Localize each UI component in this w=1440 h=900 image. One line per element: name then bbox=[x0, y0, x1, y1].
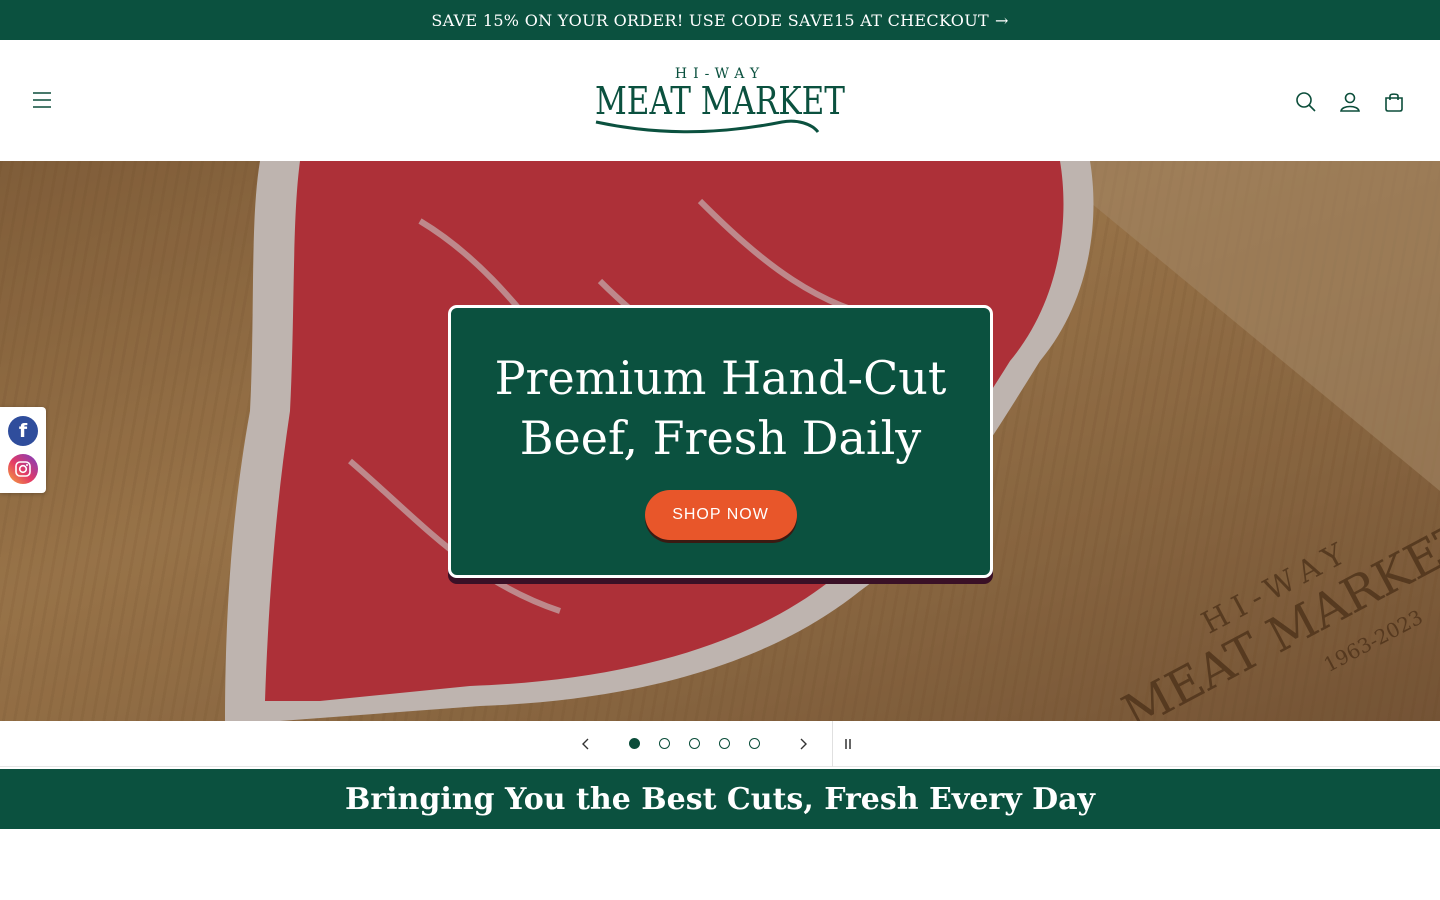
chevron-left-icon bbox=[582, 738, 589, 750]
slider-controls bbox=[0, 721, 1440, 767]
slide-dot[interactable] bbox=[749, 738, 760, 749]
menu-icon bbox=[33, 92, 51, 108]
chevron-right-icon bbox=[800, 738, 807, 750]
logo-main-text: MEAT MARKET bbox=[595, 79, 845, 123]
facebook-icon[interactable]: f bbox=[8, 416, 38, 446]
instagram-icon[interactable] bbox=[8, 454, 38, 484]
account-icon bbox=[1340, 92, 1360, 112]
header-icons bbox=[1288, 84, 1412, 120]
slide-dot[interactable] bbox=[629, 738, 640, 749]
pause-icon bbox=[845, 739, 851, 749]
next-slide-button[interactable] bbox=[790, 731, 816, 757]
hero-title: Premium Hand-Cut Beef, Fresh Daily bbox=[494, 351, 947, 465]
site-logo[interactable]: HI-WAY MEAT MARKET bbox=[592, 64, 848, 138]
social-sidebar: f bbox=[0, 407, 46, 493]
announcement-bar[interactable]: SAVE 15% ON YOUR ORDER! USE CODE SAVE15 … bbox=[0, 0, 1440, 40]
cart-button[interactable] bbox=[1376, 84, 1412, 120]
slide-dot[interactable] bbox=[689, 738, 700, 749]
slide-dot[interactable] bbox=[659, 738, 670, 749]
site-header: HI-WAY MEAT MARKET bbox=[0, 40, 1440, 161]
hero-slideshow: HI-WAY MEAT MARKET 1963-2023 Premium Han… bbox=[0, 161, 1440, 721]
arrow-right-icon: → bbox=[994, 10, 1009, 30]
announcement-text: SAVE 15% ON YOUR ORDER! USE CODE SAVE15 … bbox=[431, 10, 989, 30]
hero-card: Premium Hand-Cut Beef, Fresh Daily SHOP … bbox=[448, 305, 993, 578]
search-icon bbox=[1296, 92, 1316, 112]
slide-dot[interactable] bbox=[719, 738, 730, 749]
tagline-banner: Bringing You the Best Cuts, Fresh Every … bbox=[0, 769, 1440, 829]
shop-now-button[interactable]: SHOP NOW bbox=[644, 490, 797, 540]
menu-button[interactable] bbox=[24, 84, 60, 116]
controls-divider bbox=[832, 721, 833, 767]
search-button[interactable] bbox=[1288, 84, 1324, 120]
account-button[interactable] bbox=[1332, 84, 1368, 120]
tagline-text: Bringing You the Best Cuts, Fresh Every … bbox=[345, 781, 1095, 817]
pause-slideshow-button[interactable] bbox=[835, 731, 861, 757]
cart-icon bbox=[1385, 93, 1403, 112]
instagram-glyph bbox=[15, 461, 31, 477]
previous-slide-button[interactable] bbox=[573, 731, 599, 757]
